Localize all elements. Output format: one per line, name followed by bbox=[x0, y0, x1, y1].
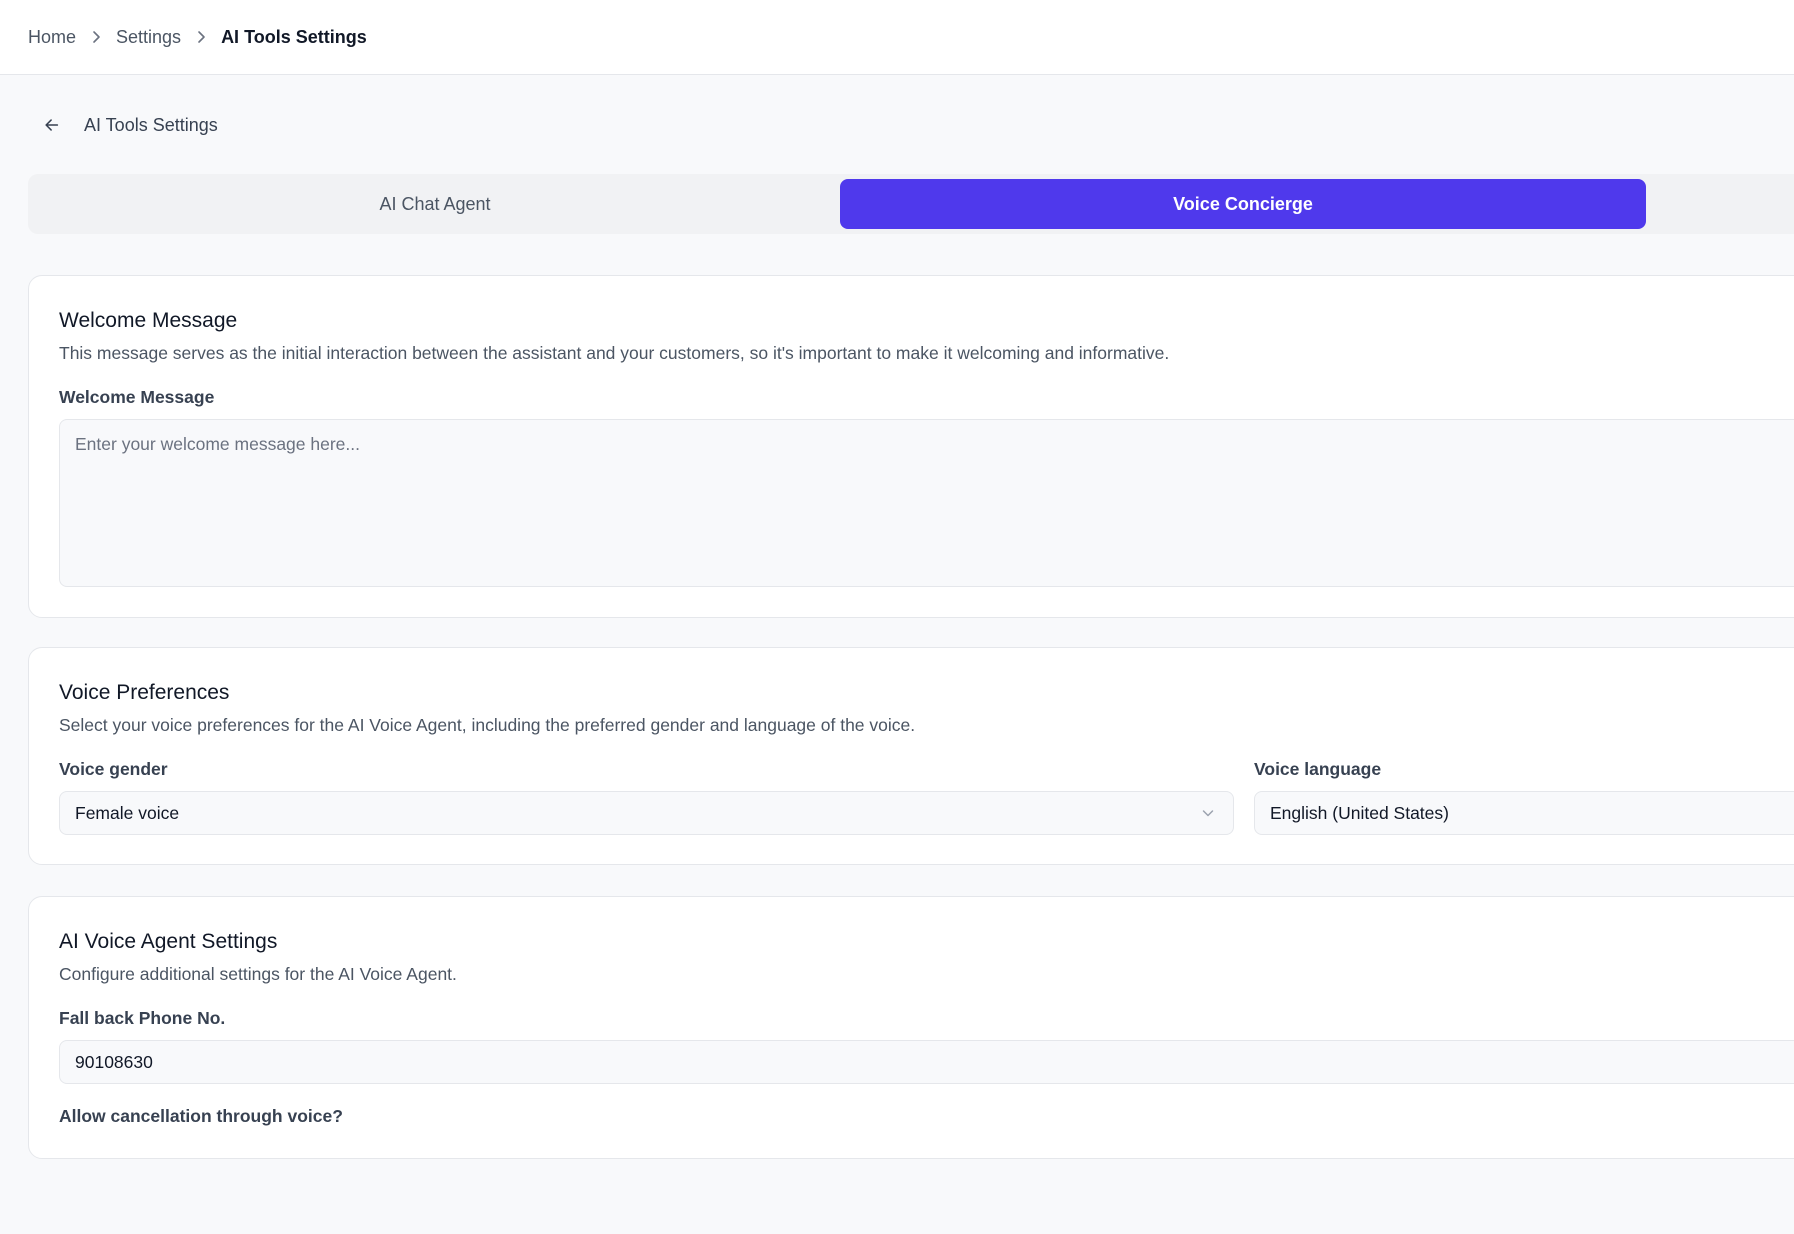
card-title: Voice Preferences bbox=[59, 681, 230, 704]
voice-language-value: English (United States) bbox=[1270, 802, 1449, 823]
breadcrumb-current: AI Tools Settings bbox=[221, 26, 367, 47]
breadcrumb-settings[interactable]: Settings bbox=[116, 27, 181, 48]
fallback-phone-input[interactable] bbox=[59, 1040, 1794, 1084]
voice-language-label: Voice language bbox=[1254, 759, 1382, 779]
voice-preferences-card: Voice Preferences Select your voice pref… bbox=[28, 647, 1794, 865]
fallback-phone-label: Fall back Phone No. bbox=[59, 1008, 226, 1028]
breadcrumb-home[interactable]: Home bbox=[28, 27, 76, 48]
allow-cancellation-label: Allow cancellation through voice? bbox=[59, 1106, 343, 1126]
card-description: Configure additional settings for the AI… bbox=[59, 964, 457, 984]
page-title: AI Tools Settings bbox=[84, 114, 218, 135]
voice-gender-select[interactable]: Female voice bbox=[59, 791, 1234, 835]
voice-language-select[interactable]: English (United States) bbox=[1254, 791, 1794, 835]
top-bar: Home Settings AI Tools Settings bbox=[0, 0, 1794, 75]
card-title: Welcome Message bbox=[59, 309, 238, 332]
breadcrumb: Home Settings AI Tools Settings bbox=[28, 27, 367, 48]
ai-voice-agent-settings-card: AI Voice Agent Settings Configure additi… bbox=[28, 896, 1794, 1159]
page-header: AI Tools Settings bbox=[42, 112, 218, 138]
card-title: AI Voice Agent Settings bbox=[59, 930, 278, 953]
voice-gender-label: Voice gender bbox=[59, 759, 168, 779]
chevron-right-icon bbox=[76, 30, 116, 44]
chevron-down-icon bbox=[1202, 810, 1214, 817]
chevron-right-icon bbox=[181, 30, 221, 44]
tab-ai-chat-agent[interactable]: AI Chat Agent bbox=[32, 179, 838, 229]
tab-bar: AI Chat Agent Voice Concierge bbox=[28, 174, 1794, 234]
arrow-left-icon[interactable] bbox=[42, 115, 62, 135]
voice-gender-value: Female voice bbox=[75, 802, 180, 823]
welcome-message-label: Welcome Message bbox=[59, 387, 215, 407]
card-description: Select your voice preferences for the AI… bbox=[59, 715, 916, 735]
tab-voice-concierge[interactable]: Voice Concierge bbox=[840, 179, 1646, 229]
card-description: This message serves as the initial inter… bbox=[59, 343, 1170, 363]
welcome-message-card: Welcome Message This message serves as t… bbox=[28, 275, 1794, 618]
welcome-message-input[interactable] bbox=[59, 419, 1794, 587]
